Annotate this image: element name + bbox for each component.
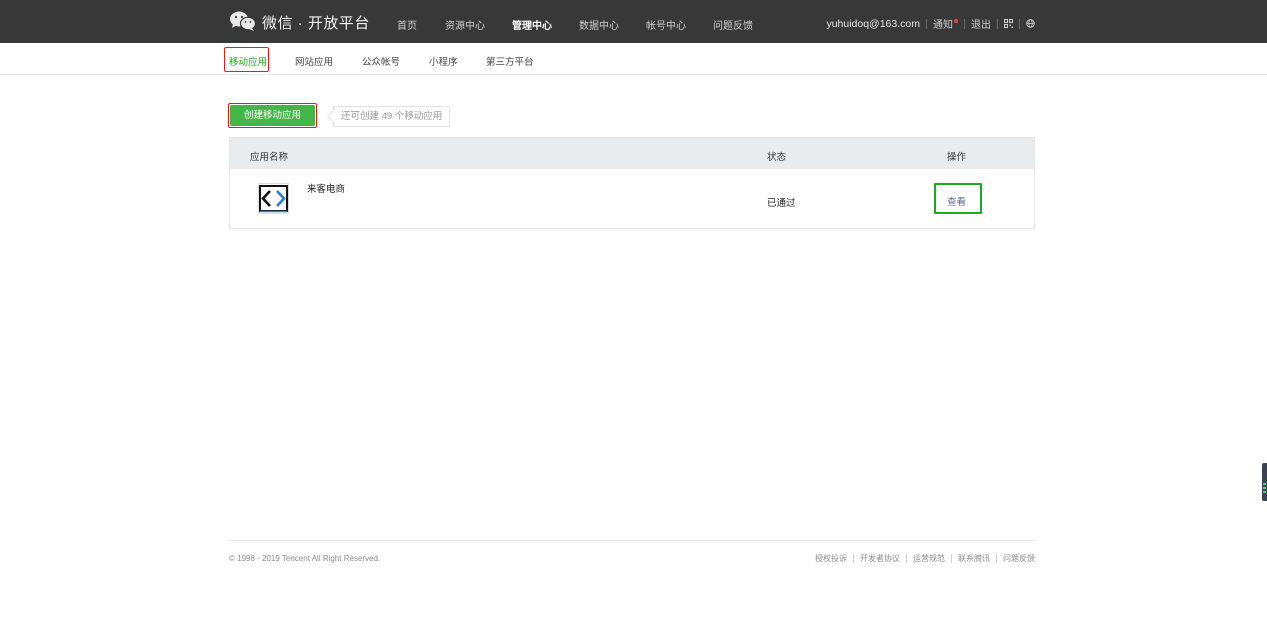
widget-bar (1263, 491, 1266, 493)
top-bar: 微信 · 开放平台 首页 资源中心 管理中心 数据中心 帐号中心 问题反馈 yu… (0, 0, 1267, 43)
nav-item-home[interactable]: 首页 (397, 17, 417, 32)
column-header-name: 应用名称 (250, 152, 289, 163)
divider (926, 18, 927, 29)
globe-icon[interactable] (1026, 19, 1035, 28)
footer-link-operation-rules[interactable]: 运营规范 (913, 553, 945, 564)
table-header: 应用名称 状态 操作 (230, 138, 1034, 169)
app-logo-icon (258, 183, 289, 214)
user-email[interactable]: yuhuidoq@163.com (826, 18, 920, 30)
app-table: 应用名称 状态 操作 来客电商 已通过 查看 (229, 137, 1035, 229)
nav-item-data[interactable]: 数据中心 (579, 17, 619, 32)
nav-item-resources[interactable]: 资源中心 (445, 17, 485, 32)
footer-link-developer-agreement[interactable]: 开发者协议 (860, 553, 900, 564)
widget-bar (1263, 487, 1266, 489)
notify-label: 通知 (933, 20, 953, 31)
notification-dot-icon (954, 19, 958, 23)
column-header-status: 状态 (767, 152, 787, 163)
view-app-link[interactable]: 查看 (947, 194, 966, 208)
tab-official-accounts[interactable]: 公众帐号 (362, 54, 400, 68)
column-header-actions: 操作 (947, 152, 967, 163)
tab-mobile-apps[interactable]: 移动应用 (229, 54, 267, 68)
table-row: 来客电商 已通过 查看 (230, 169, 1034, 229)
widget-bar (1263, 483, 1266, 485)
app-status: 已通过 (767, 198, 796, 209)
user-area: yuhuidoq@163.com 通知 退出 (826, 16, 1035, 31)
tab-third-party[interactable]: 第三方平台 (486, 54, 534, 68)
nav-item-account[interactable]: 帐号中心 (646, 17, 686, 32)
logout-link[interactable]: 退出 (971, 16, 991, 31)
sub-nav: 移动应用 网站应用 公众帐号 小程序 第三方平台 (0, 43, 1267, 75)
side-float-widget[interactable] (1262, 463, 1267, 501)
create-mobile-app-button[interactable]: 创建移动应用 (230, 105, 315, 126)
divider (951, 554, 952, 563)
footer-links: 授权投诉 开发者协议 运营规范 联系腾讯 问题反馈 (815, 553, 1035, 564)
qr-code-icon[interactable] (1004, 19, 1013, 28)
tab-mini-programs[interactable]: 小程序 (429, 54, 458, 68)
divider (964, 18, 965, 29)
footer-link-complaint[interactable]: 授权投诉 (815, 553, 847, 564)
divider (906, 554, 907, 563)
nav-item-management[interactable]: 管理中心 (512, 17, 552, 32)
remaining-quota-tip: 还可创建 49 个移动应用 (333, 106, 451, 127)
wechat-logo-icon[interactable] (229, 10, 257, 32)
copyright-text: © 1998 - 2019 Tencent All Right Reserved… (229, 554, 381, 563)
app-name[interactable]: 来客电商 (307, 181, 345, 195)
divider (997, 18, 998, 29)
footer-divider (229, 540, 1035, 541)
divider (996, 554, 997, 563)
notify-link[interactable]: 通知 (933, 16, 958, 31)
tab-web-apps[interactable]: 网站应用 (295, 54, 333, 68)
footer-link-contact[interactable]: 联系腾讯 (958, 553, 990, 564)
nav-item-feedback[interactable]: 问题反馈 (713, 17, 753, 32)
divider (1019, 18, 1020, 29)
footer-link-feedback[interactable]: 问题反馈 (1003, 553, 1035, 564)
divider (853, 554, 854, 563)
brand-title[interactable]: 微信 · 开放平台 (262, 12, 370, 33)
